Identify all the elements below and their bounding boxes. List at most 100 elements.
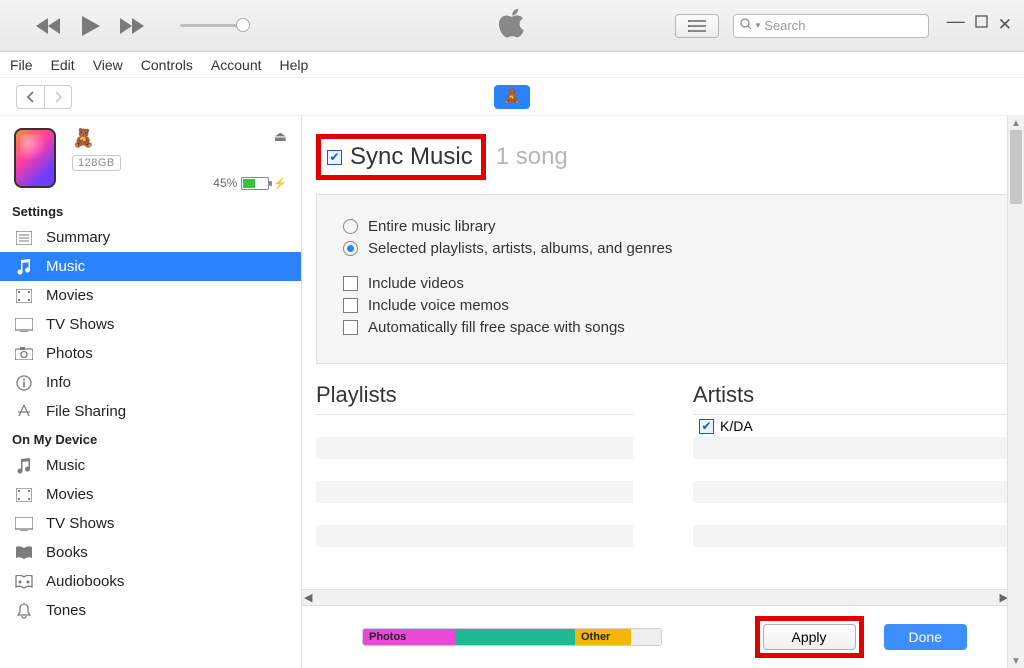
storage-segment-free (631, 629, 661, 645)
next-track-icon[interactable] (118, 17, 144, 35)
charging-icon: ⚡ (273, 177, 287, 190)
minimize-icon[interactable]: — (947, 11, 965, 32)
playlists-list[interactable] (316, 414, 633, 544)
nav-buttons (16, 85, 72, 109)
list-item (693, 503, 1010, 525)
sync-checkboxes: Include videos Include voice memos Autom… (343, 275, 983, 336)
content-scroll: ✔ Sync Music 1 song Entire music library… (302, 116, 1024, 668)
playback-controls (36, 14, 244, 38)
sync-music-checkbox[interactable]: ✔ (327, 150, 342, 165)
list-item (693, 525, 1010, 547)
search-field[interactable]: ▾ (733, 14, 929, 38)
sidebar-item-filesharing[interactable]: File Sharing (0, 397, 301, 426)
menu-view[interactable]: View (93, 57, 123, 73)
horizontal-scrollbar[interactable]: ◀ ▶ (302, 589, 1010, 606)
search-icon (740, 17, 752, 35)
device-item-music[interactable]: Music (0, 451, 301, 480)
sync-header: ✔ Sync Music 1 song (316, 134, 1010, 180)
maximize-icon[interactable] (975, 15, 988, 36)
info-icon (14, 375, 34, 391)
sidebar-item-label: Info (46, 374, 71, 391)
sync-music-title: Sync Music (350, 143, 473, 171)
menu-help[interactable]: Help (280, 57, 309, 73)
checkbox-include-memos[interactable]: Include voice memos (343, 297, 983, 314)
device-item-tones[interactable]: Tones (0, 596, 301, 625)
done-button[interactable]: Done (884, 624, 967, 650)
navigation-row: 🧸 (0, 78, 1024, 116)
apple-logo-icon (497, 6, 527, 45)
close-icon[interactable]: ✕ (998, 15, 1012, 36)
radio-icon (343, 241, 358, 256)
sidebar-item-music[interactable]: Music (0, 252, 301, 281)
scroll-down-icon[interactable]: ▼ (1008, 654, 1024, 668)
radio-selected-items[interactable]: Selected playlists, artists, albums, and… (343, 240, 983, 257)
device-item-books[interactable]: Books (0, 538, 301, 567)
menu-controls[interactable]: Controls (141, 57, 193, 73)
sidebar-item-label: Audiobooks (46, 573, 124, 590)
radio-entire-library[interactable]: Entire music library (343, 218, 983, 235)
list-item (316, 525, 633, 547)
content-pane: ✔ Sync Music 1 song Entire music library… (302, 116, 1024, 668)
storage-segment-other: Other (575, 629, 631, 645)
list-item (316, 459, 633, 481)
device-tab[interactable]: 🧸 (494, 85, 530, 109)
menu-bar: File Edit View Controls Account Help (0, 52, 1024, 78)
segment-label: Photos (369, 631, 406, 643)
artist-item[interactable]: ✔ K/DA (693, 415, 1010, 437)
device-thumbnail-icon (14, 128, 56, 188)
radio-label: Selected playlists, artists, albums, and… (368, 240, 672, 257)
menu-file[interactable]: File (10, 57, 33, 73)
sidebar-item-tvshows[interactable]: TV Shows (0, 310, 301, 339)
playlists-title: Playlists (316, 382, 633, 408)
sidebar-item-label: TV Shows (46, 515, 114, 532)
storage-usage-bar: Photos Other (362, 628, 662, 646)
search-input[interactable] (764, 18, 921, 33)
list-view-button[interactable] (675, 14, 719, 38)
scroll-up-icon[interactable]: ▲ (1008, 116, 1024, 130)
device-item-tvshows[interactable]: TV Shows (0, 509, 301, 538)
chevron-down-icon: ▾ (756, 20, 761, 31)
apps-icon (14, 404, 34, 420)
device-name-icon: 🧸 (72, 128, 121, 149)
button-label: Done (909, 629, 942, 645)
sidebar-item-label: Movies (46, 287, 94, 304)
battery-icon (241, 177, 269, 190)
list-item (693, 459, 1010, 481)
tv-icon (14, 318, 34, 332)
menu-edit[interactable]: Edit (51, 57, 75, 73)
forward-button[interactable] (44, 85, 72, 109)
book-icon (14, 546, 34, 560)
back-button[interactable] (16, 85, 44, 109)
radio-icon (343, 219, 358, 234)
previous-track-icon[interactable] (36, 17, 62, 35)
scroll-left-icon[interactable]: ◀ (304, 591, 312, 604)
summary-icon (14, 231, 34, 245)
apply-button[interactable]: Apply (763, 624, 856, 650)
highlight-apply: Apply (755, 616, 864, 658)
checkbox-autofill[interactable]: Automatically fill free space with songs (343, 319, 983, 336)
menu-account[interactable]: Account (211, 57, 262, 73)
scroll-thumb[interactable] (1010, 130, 1022, 204)
highlight-sync-music: ✔ Sync Music (316, 134, 486, 180)
device-item-movies[interactable]: Movies (0, 480, 301, 509)
play-icon[interactable] (78, 14, 102, 38)
sidebar-item-movies[interactable]: Movies (0, 281, 301, 310)
list-item (316, 503, 633, 525)
checkbox-include-videos[interactable]: Include videos (343, 275, 983, 292)
sidebar-item-info[interactable]: Info (0, 368, 301, 397)
vertical-scrollbar[interactable]: ▲ ▼ (1007, 116, 1024, 668)
sidebar-item-label: File Sharing (46, 403, 126, 420)
device-item-audiobooks[interactable]: Audiobooks (0, 567, 301, 596)
list-item (316, 437, 633, 459)
sidebar-item-summary[interactable]: Summary (0, 223, 301, 252)
eject-icon[interactable]: ⏏ (274, 128, 287, 145)
artists-list[interactable]: ✔ K/DA (693, 414, 1010, 544)
bottom-bar: Photos Other Apply Done (302, 606, 1007, 668)
radio-label: Entire music library (368, 218, 496, 235)
list-item (693, 481, 1010, 503)
volume-slider[interactable] (180, 24, 244, 27)
sidebar-item-photos[interactable]: Photos (0, 339, 301, 368)
list-item (693, 437, 1010, 459)
storage-segment-photos: Photos (363, 629, 455, 645)
music-icon (14, 259, 34, 275)
